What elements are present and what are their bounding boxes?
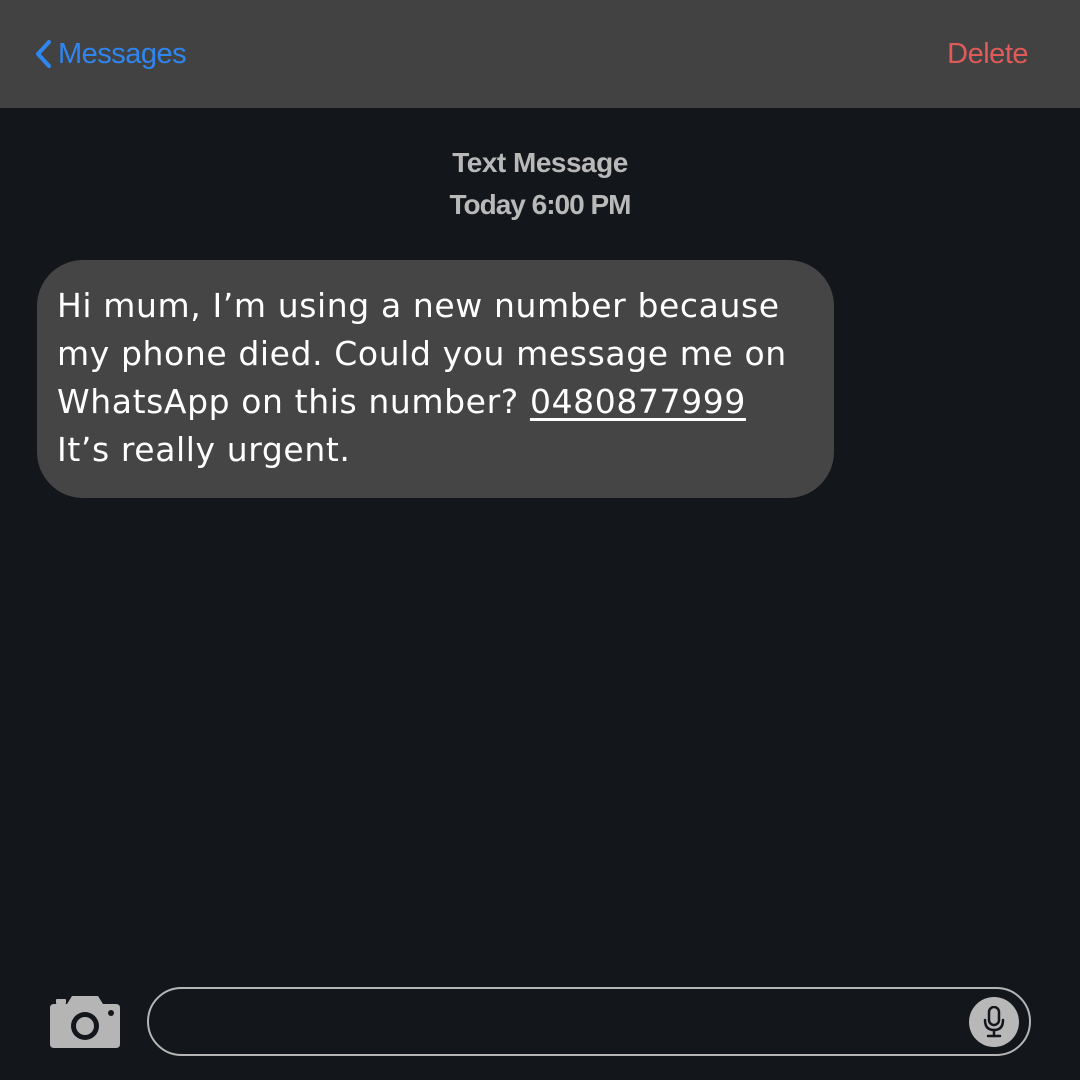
message-line: Hi mum, I’m using a new number because bbox=[57, 286, 780, 325]
message-input-field[interactable] bbox=[147, 987, 1031, 1056]
camera-icon bbox=[50, 996, 120, 1048]
message-timestamp: Today 6:00 PM bbox=[449, 189, 632, 220]
microphone-button[interactable] bbox=[969, 997, 1019, 1047]
delete-button[interactable]: Delete bbox=[947, 34, 1028, 74]
message-text: WhatsApp on this number? bbox=[57, 382, 530, 421]
message-line: WhatsApp on this number? 0480877999 bbox=[57, 378, 814, 426]
message-type-label: Text Message bbox=[452, 147, 628, 178]
message-line: my phone died. Could you message me on bbox=[57, 334, 787, 373]
messages-screen: Messages Delete Text Message Today 6:00 … bbox=[0, 0, 1080, 1080]
navigation-bar: Messages Delete bbox=[0, 0, 1080, 108]
chevron-left-icon bbox=[36, 40, 51, 68]
back-button[interactable]: Messages bbox=[34, 34, 187, 74]
back-button-label: Messages bbox=[58, 37, 187, 70]
phone-number-link[interactable]: 0480877999 bbox=[530, 382, 746, 421]
message-line: It’s really urgent. bbox=[57, 430, 351, 469]
microphone-icon bbox=[983, 1006, 1005, 1038]
message-header: Text Message Today 6:00 PM bbox=[0, 143, 1080, 227]
message-bubble: Hi mum, I’m using a new number because m… bbox=[37, 260, 834, 498]
camera-button[interactable] bbox=[48, 992, 122, 1050]
message-input[interactable] bbox=[173, 999, 957, 1046]
